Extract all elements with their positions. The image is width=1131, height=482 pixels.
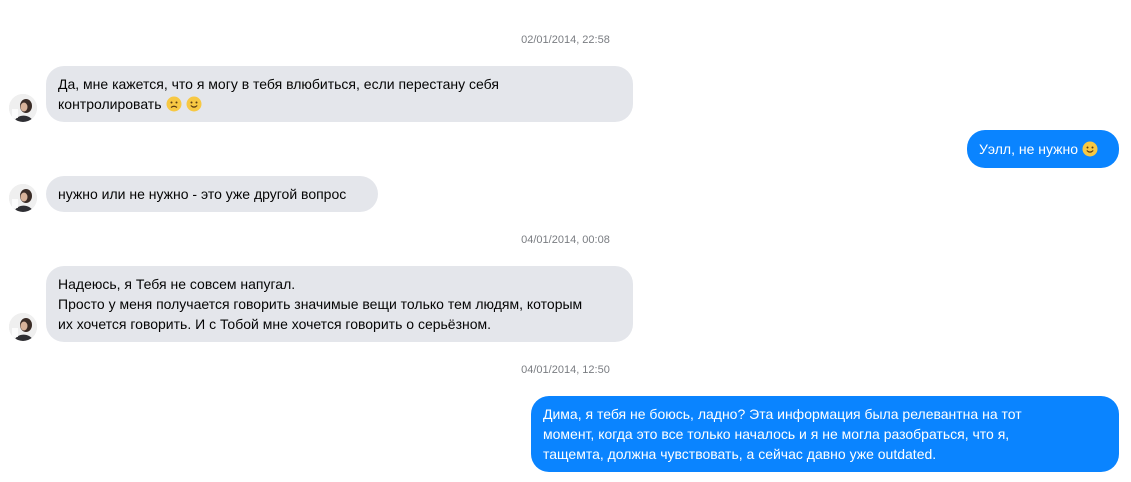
timestamp: 02/01/2014, 22:58 <box>521 34 610 46</box>
message-bubble-incoming[interactable]: нужно или не нужно - это уже другой вопр… <box>46 176 378 212</box>
message-bubble-outgoing[interactable]: Дима, я тебя не боюсь, ладно? Эта информ… <box>531 396 1119 472</box>
message-text: Да, мне кажется, что я могу в тебя влюби… <box>58 76 499 112</box>
timestamp: 04/01/2014, 00:08 <box>521 234 610 246</box>
timestamp: 04/01/2014, 12:50 <box>521 364 610 376</box>
message-text: Уэлл, не нужно <box>979 141 1079 157</box>
frowning-face-icon <box>166 96 182 112</box>
smiling-face-icon <box>186 96 202 112</box>
chat-thread: 02/01/2014, 22:58 Да, мне кажется, что я… <box>0 0 1131 482</box>
message-text: Дима, я тебя не боюсь, ладно? Эта информ… <box>543 406 1022 462</box>
message-text: Надеюсь, я Тебя не совсем напугал. Прост… <box>58 276 583 332</box>
contact-avatar[interactable] <box>9 94 37 122</box>
contact-avatar[interactable] <box>9 313 37 341</box>
contact-avatar[interactable] <box>9 184 37 212</box>
message-bubble-incoming[interactable]: Надеюсь, я Тебя не совсем напугал. Прост… <box>46 266 633 342</box>
message-bubble-outgoing[interactable]: Уэлл, не нужно <box>967 130 1119 168</box>
smiling-face-icon <box>1082 141 1098 157</box>
message-bubble-incoming[interactable]: Да, мне кажется, что я могу в тебя влюби… <box>46 66 633 122</box>
message-text: нужно или не нужно - это уже другой вопр… <box>58 186 347 202</box>
